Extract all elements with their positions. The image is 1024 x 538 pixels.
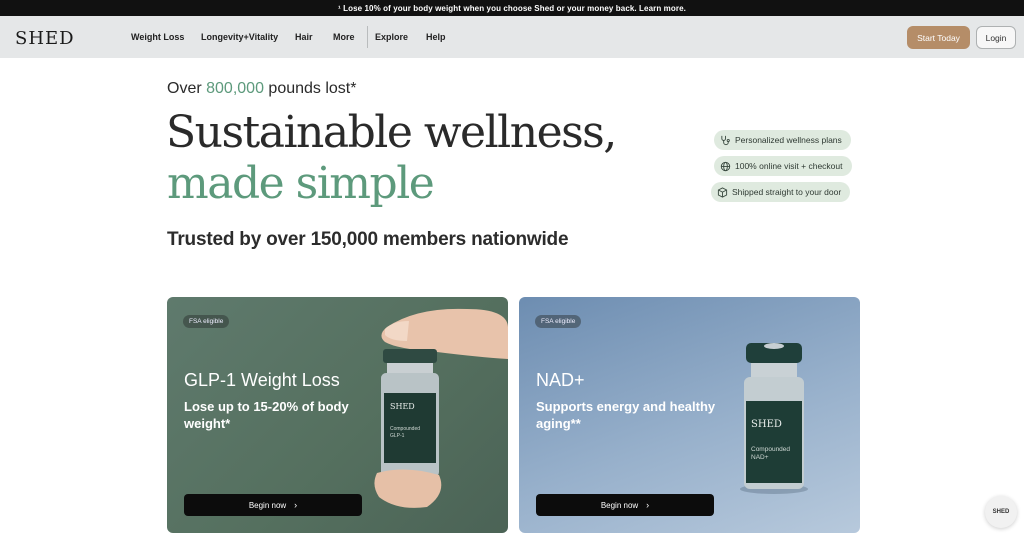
vial-line2: GLP-1 bbox=[390, 433, 405, 439]
nad-vial-image: SHED Compounded NAD+ bbox=[740, 343, 808, 494]
card-subtitle: Lose up to 15-20% of body weight* bbox=[184, 399, 349, 431]
stat-value: 800,000 bbox=[206, 80, 264, 97]
hero-headline: Sustainable wellness, bbox=[166, 107, 617, 158]
chevron-right-icon: › bbox=[294, 500, 298, 510]
feature-label: Personalized wellness plans bbox=[735, 135, 842, 145]
nav-explore[interactable]: Explore bbox=[375, 32, 408, 42]
login-button[interactable]: Login bbox=[976, 26, 1016, 49]
nad-begin-now-button[interactable]: Begin now › bbox=[536, 494, 714, 516]
feature-pill-shipping: Shipped straight to your door bbox=[711, 182, 851, 202]
nav-help[interactable]: Help bbox=[426, 32, 446, 42]
site-header: SHED Weight Loss Longevity+Vitality Hair… bbox=[0, 16, 1024, 58]
nav-hair[interactable]: Hair bbox=[295, 32, 313, 42]
nav-weight-loss[interactable]: Weight Loss bbox=[131, 32, 184, 42]
card-title: NAD+ bbox=[536, 370, 585, 390]
button-label: Begin now bbox=[248, 500, 287, 510]
hero-headline-accent: made simple bbox=[167, 158, 435, 209]
stat-suffix: pounds lost* bbox=[263, 80, 357, 97]
trusted-members-text: Trusted by over 150,000 members nationwi… bbox=[167, 229, 569, 250]
feature-pill-personalized: Personalized wellness plans bbox=[714, 130, 851, 150]
stethoscope-icon bbox=[721, 135, 730, 145]
nad-product-card[interactable]: FSA eligible NAD+ Supports energy and he… bbox=[519, 297, 860, 533]
button-label: Begin now bbox=[600, 500, 639, 510]
card-title: GLP-1 Weight Loss bbox=[184, 370, 340, 390]
fsa-eligible-badge: FSA eligible bbox=[183, 315, 230, 328]
vial-line2: NAD+ bbox=[751, 454, 769, 461]
promo-banner[interactable]: ¹ Lose 10% of your body weight when you … bbox=[0, 0, 1024, 16]
nav-more[interactable]: More bbox=[333, 32, 355, 42]
nav-longevity-vitality[interactable]: Longevity+Vitality bbox=[201, 32, 278, 42]
promo-text[interactable]: ¹ Lose 10% of your body weight when you … bbox=[338, 4, 686, 13]
pounds-lost-stat: Over 800,000 pounds lost* bbox=[167, 80, 356, 98]
nav-divider bbox=[367, 26, 368, 48]
feature-label: 100% online visit + checkout bbox=[735, 161, 843, 171]
card-subtitle: Supports energy and healthy aging** bbox=[536, 399, 716, 431]
chevron-right-icon: › bbox=[646, 500, 650, 510]
glp1-vial-in-hand-image: SHED Compounded GLP-1 bbox=[374, 308, 508, 508]
start-today-button[interactable]: Start Today bbox=[907, 26, 970, 49]
vial-line1: Compounded bbox=[751, 446, 790, 453]
feature-label: Shipped straight to your door bbox=[732, 187, 842, 197]
feature-pill-online: 100% online visit + checkout bbox=[714, 156, 852, 176]
shed-logo[interactable]: SHED bbox=[15, 28, 75, 49]
glp1-product-card[interactable]: FSA eligible GLP-1 Weight Loss Lose up t… bbox=[167, 297, 508, 533]
stat-prefix: Over bbox=[167, 80, 207, 97]
vial-line1: Compounded bbox=[390, 426, 420, 432]
glp1-begin-now-button[interactable]: Begin now › bbox=[184, 494, 362, 516]
globe-icon bbox=[720, 161, 731, 171]
vial-brand: SHED bbox=[390, 402, 415, 411]
chat-widget-button[interactable]: SHED bbox=[985, 496, 1017, 528]
vial-brand: SHED bbox=[751, 419, 782, 430]
box-icon bbox=[717, 186, 728, 198]
fsa-eligible-badge: FSA eligible bbox=[535, 315, 582, 328]
